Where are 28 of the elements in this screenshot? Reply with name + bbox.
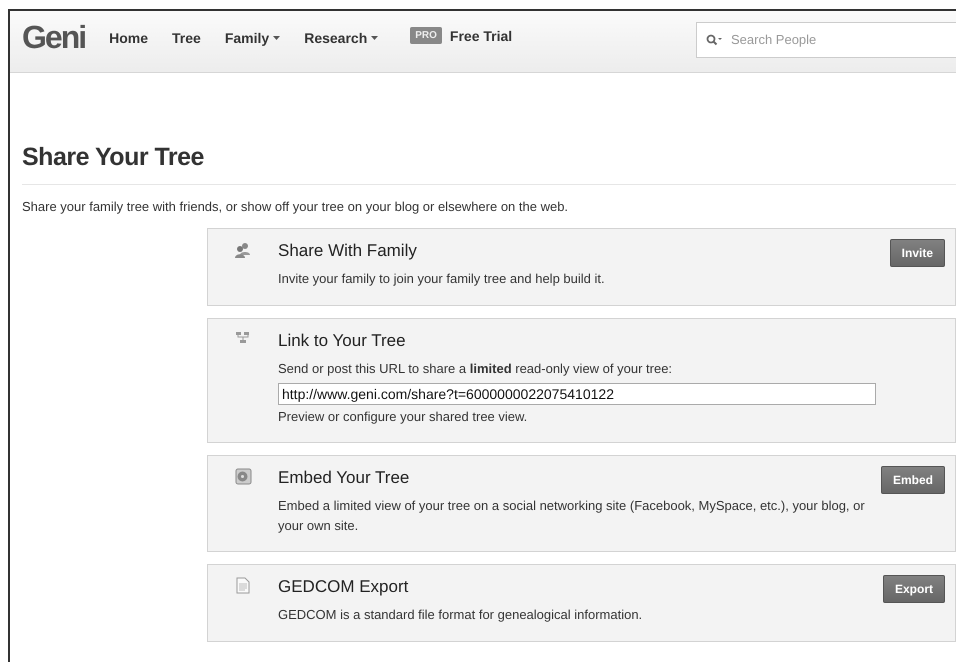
- action-button[interactable]: Export: [882, 575, 945, 603]
- url-field[interactable]: http://www.geni.com/share?t=6000000022075410122: [278, 382, 876, 404]
- people-icon: [234, 241, 252, 259]
- card-title: Embed Your Tree: [278, 468, 410, 488]
- card-description: Send or post this URL to share a limited read-only view of your tree:: [278, 360, 674, 378]
- card-title: Share With Family: [278, 241, 418, 261]
- intro-text: Share your family tree with friends, or show off your tree on your blog or elsewhere on the web.: [22, 199, 570, 214]
- action-button[interactable]: Invite: [890, 239, 945, 267]
- nav-link[interactable]: Tree: [172, 30, 201, 46]
- nav-link[interactable]: Home: [109, 30, 148, 46]
- card-description: Embed a limited view of your tree on a social networking site (Facebook, MySpace, etc.), your blog, or your own site.: [278, 497, 866, 535]
- free-trial-link[interactable]: Free Trial: [450, 28, 512, 44]
- caret-icon: [273, 36, 280, 40]
- search-field[interactable]: Search People: [696, 22, 956, 58]
- tree-icon: [235, 331, 251, 345]
- caret-icon: [371, 36, 378, 40]
- card-description: GEDCOM is a standard file format for genealogical information.: [278, 606, 644, 624]
- card-description: Invite your family to join your family tree and help build it.: [278, 270, 606, 288]
- nav-link[interactable]: Research: [304, 30, 378, 46]
- pro-badge: PRO: [410, 27, 442, 44]
- page-title: Share Your Tree: [22, 143, 205, 172]
- card-title: Link to Your Tree: [278, 331, 407, 351]
- card-title: GEDCOM Export: [278, 577, 410, 597]
- nav-link[interactable]: Family: [224, 30, 280, 46]
- card-note: Preview or configure your shared tree view.: [278, 408, 528, 426]
- action-button[interactable]: Embed: [880, 466, 945, 494]
- document-icon: [236, 577, 250, 594]
- geni-logo[interactable]: Geni: [22, 19, 86, 56]
